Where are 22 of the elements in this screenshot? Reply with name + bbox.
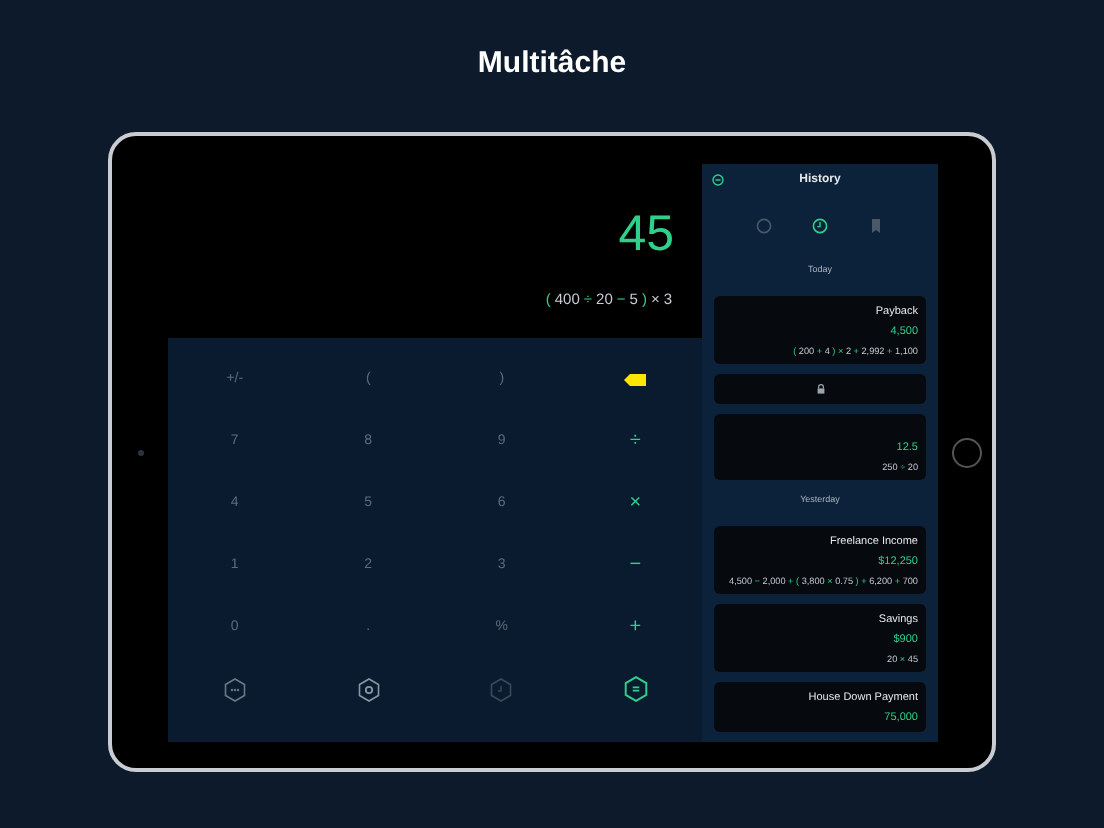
clock-icon — [490, 677, 513, 701]
clock-icon — [812, 218, 828, 234]
operator-key[interactable]: − — [615, 547, 656, 583]
more-hexagon-icon — [223, 677, 246, 701]
minus-circle-icon[interactable] — [712, 174, 724, 186]
delete-tag-icon — [624, 373, 647, 385]
delete-key[interactable] — [624, 373, 647, 385]
circle-icon — [756, 218, 772, 234]
history-tab[interactable] — [812, 218, 828, 234]
camera-dot — [137, 449, 143, 455]
settings-key[interactable] — [357, 677, 380, 701]
settings-icon — [357, 677, 380, 701]
operator-key[interactable]: ÷ — [615, 423, 656, 459]
operator-key[interactable]: × — [615, 485, 656, 521]
lock-icon — [815, 384, 825, 394]
headline: Multitâche — [477, 44, 627, 84]
bookmark-icon — [868, 218, 884, 234]
operator-key[interactable]: + — [615, 609, 656, 645]
result-display: 45 — [618, 206, 674, 262]
more-key[interactable] — [223, 677, 246, 701]
equals-icon — [623, 676, 648, 702]
equals-key[interactable] — [623, 676, 648, 702]
